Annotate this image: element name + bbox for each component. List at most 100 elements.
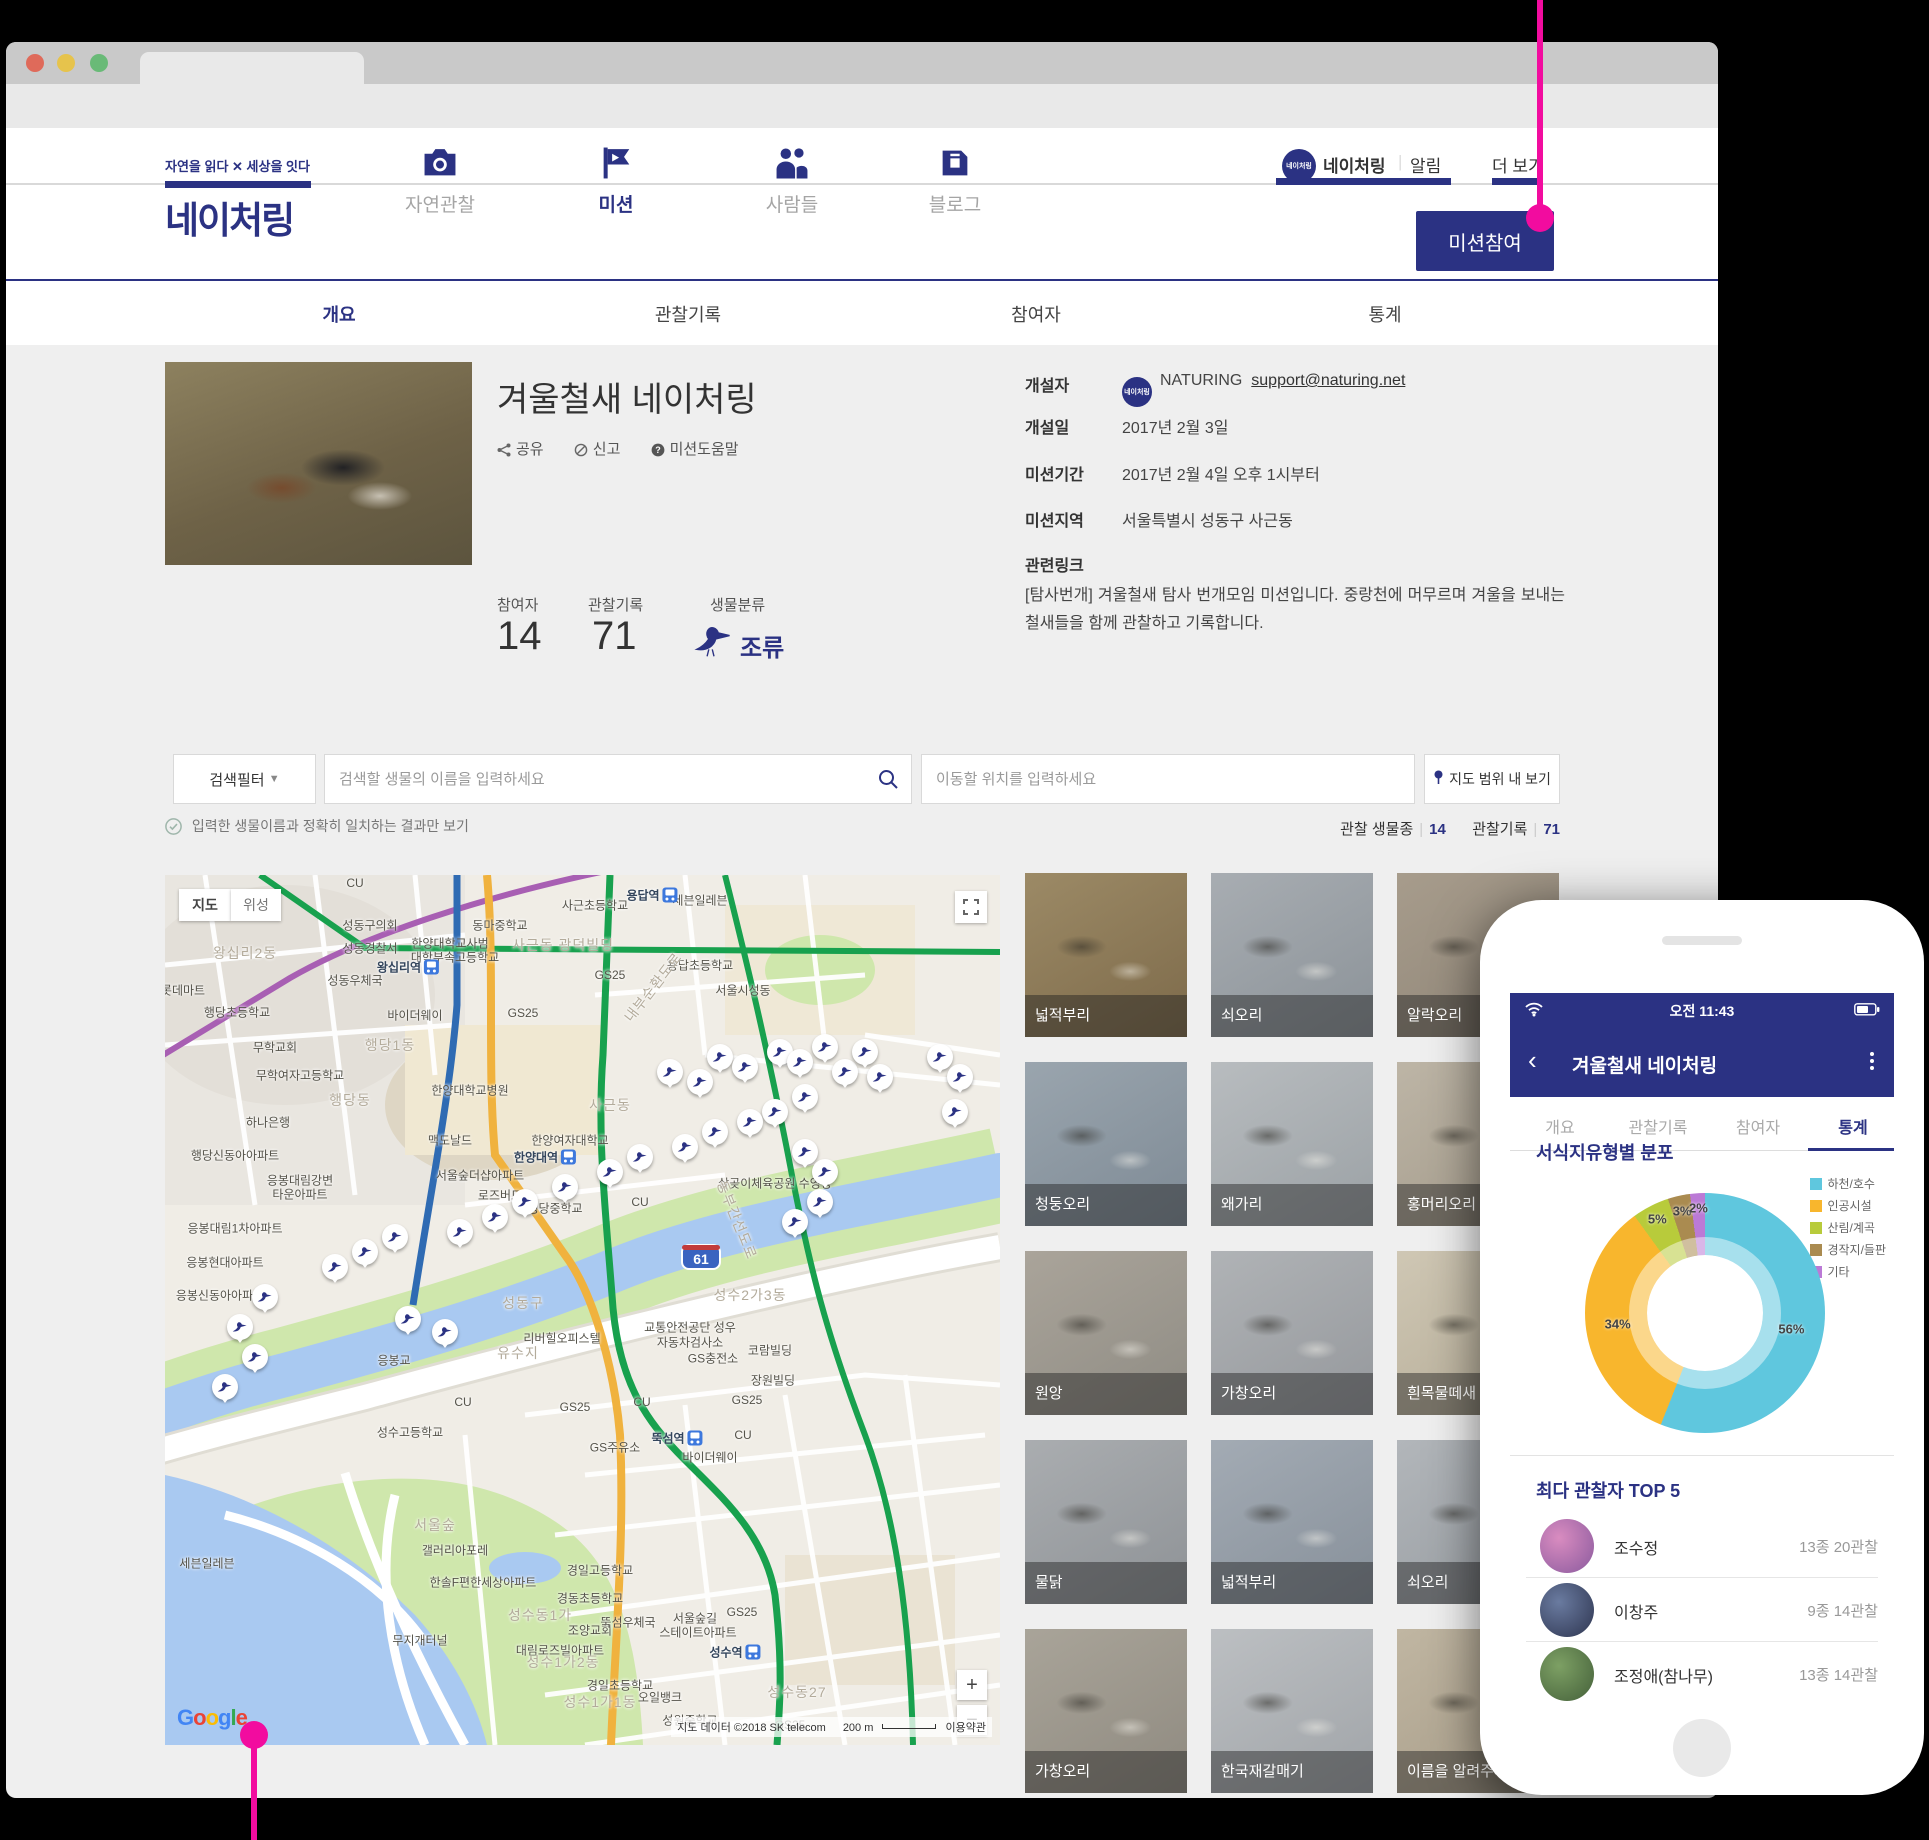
- observation-pin-21[interactable]: [447, 1219, 473, 1245]
- report-button[interactable]: 신고: [574, 441, 621, 458]
- map-type-button[interactable]: 지도: [179, 889, 231, 921]
- phone-tab-1[interactable]: 개요: [1515, 1114, 1605, 1138]
- map-range-button[interactable]: 지도 범위 내 보기: [1424, 754, 1560, 804]
- more-link[interactable]: 더 보기: [1492, 152, 1544, 177]
- phone-tab-4[interactable]: 통계: [1808, 1114, 1894, 1138]
- observation-pin-4[interactable]: [732, 1054, 758, 1080]
- browser-titlebar: [6, 42, 1718, 84]
- map-terms-link[interactable]: 이용약관: [946, 1722, 986, 1734]
- photo-tile[interactable]: 가창오리: [1025, 1629, 1187, 1793]
- photo-tile[interactable]: 청둥오리: [1025, 1062, 1187, 1226]
- subtab-4[interactable]: 통계: [1285, 301, 1485, 327]
- observation-pin-30[interactable]: [322, 1254, 348, 1280]
- subtab-1[interactable]: 개요: [239, 301, 439, 327]
- fullscreen-button[interactable]: [955, 891, 987, 923]
- observation-pin-12[interactable]: [762, 1099, 788, 1125]
- photo-tile[interactable]: 쇠오리: [1211, 873, 1373, 1037]
- observation-pin-1[interactable]: [657, 1059, 683, 1085]
- photo-tile[interactable]: 가창오리: [1211, 1251, 1373, 1415]
- minimize-window-button[interactable]: [57, 54, 75, 72]
- mission-help-button[interactable]: ?미션도움말: [651, 441, 739, 458]
- observation-pin-3[interactable]: [707, 1044, 733, 1070]
- observation-pin-33[interactable]: [927, 1044, 953, 1070]
- main-nav-label: 미션: [551, 190, 681, 217]
- observation-pin-15[interactable]: [672, 1134, 698, 1160]
- overflow-menu-icon[interactable]: [1870, 1049, 1874, 1073]
- legend-swatch: [1810, 1244, 1822, 1256]
- observation-pin-28[interactable]: [242, 1344, 268, 1370]
- observation-pin-16[interactable]: [627, 1144, 653, 1170]
- observation-pin-23[interactable]: [812, 1159, 838, 1185]
- top-observer-row-3[interactable]: 조정애(참나무)13종 14관찰: [1526, 1643, 1878, 1705]
- observation-pin-35[interactable]: [942, 1099, 968, 1125]
- observation-pin-27[interactable]: [227, 1314, 253, 1340]
- search-icon[interactable]: [877, 768, 899, 794]
- observation-pin-20[interactable]: [482, 1204, 508, 1230]
- observation-pin-17[interactable]: [597, 1159, 623, 1185]
- observation-pin-25[interactable]: [782, 1209, 808, 1235]
- observation-pin-19[interactable]: [512, 1189, 538, 1215]
- top-observer-row-1[interactable]: 조수정13종 20관찰: [1526, 1515, 1878, 1577]
- profile-name[interactable]: 네이처링: [1323, 152, 1386, 177]
- photo-tile[interactable]: 원앙: [1025, 1251, 1187, 1415]
- species-search-input[interactable]: [325, 755, 911, 803]
- observer-avatar: [1540, 1583, 1594, 1637]
- zoom-window-button[interactable]: [90, 54, 108, 72]
- top-observer-row-2[interactable]: 이창주9종 14관찰: [1526, 1579, 1878, 1641]
- observation-pin-14[interactable]: [702, 1119, 728, 1145]
- observation-pin-37[interactable]: [432, 1319, 458, 1345]
- subtab-2[interactable]: 관찰기록: [588, 301, 788, 327]
- observation-pin-6[interactable]: [787, 1049, 813, 1075]
- close-window-button[interactable]: [26, 54, 44, 72]
- phone-home-button[interactable]: [1673, 1719, 1731, 1777]
- main-nav-item-1[interactable]: 자연관찰: [375, 146, 505, 217]
- observation-pin-7[interactable]: [812, 1034, 838, 1060]
- main-nav-item-3[interactable]: 사람들: [727, 146, 857, 217]
- satellite-type-button[interactable]: 위성: [231, 889, 281, 921]
- observation-pin-11[interactable]: [792, 1084, 818, 1110]
- phone-tab-2[interactable]: 관찰기록: [1613, 1114, 1703, 1138]
- exact-match-toggle[interactable]: 입력한 생물이름과 정확히 일치하는 결과만 보기: [165, 816, 469, 836]
- share-button[interactable]: 공유: [497, 441, 544, 458]
- observation-pin-22[interactable]: [792, 1139, 818, 1165]
- records-value: 71: [592, 614, 637, 659]
- observation-pin-24[interactable]: [807, 1189, 833, 1215]
- observation-pin-18[interactable]: [552, 1174, 578, 1200]
- creator-email-link[interactable]: support@naturing.net: [1251, 372, 1405, 389]
- main-nav-item-2[interactable]: 미션: [551, 146, 681, 217]
- map-label-한양대역: 한양대역: [514, 1149, 576, 1166]
- observation-map[interactable]: 61 CU세븐일레븐성동구의회동마중학교사근초등학교용답역한양대학교사범대학부속…: [165, 875, 1000, 1745]
- phone-tab-3[interactable]: 참여자: [1713, 1114, 1803, 1138]
- subtab-3[interactable]: 참여자: [936, 301, 1136, 327]
- observation-pin-9[interactable]: [852, 1039, 878, 1065]
- photo-tile[interactable]: 물닭: [1025, 1440, 1187, 1604]
- mission-cover-photo[interactable]: [165, 362, 472, 565]
- observation-pin-32[interactable]: [382, 1224, 408, 1250]
- observation-pin-8[interactable]: [832, 1059, 858, 1085]
- observation-pin-31[interactable]: [352, 1239, 378, 1265]
- photo-tile[interactable]: 넓적부리: [1025, 873, 1187, 1037]
- observation-pin-29[interactable]: [212, 1374, 238, 1400]
- site-logo[interactable]: 네이처링: [165, 190, 293, 244]
- observation-pin-26[interactable]: [252, 1284, 278, 1310]
- main-nav-item-4[interactable]: 블로그: [890, 146, 1020, 217]
- browser-tab[interactable]: [140, 52, 364, 84]
- observation-pin-2[interactable]: [687, 1069, 713, 1095]
- search-filter-dropdown[interactable]: 검색필터 ▼: [173, 754, 316, 804]
- zoom-in-button[interactable]: +: [957, 1670, 987, 1700]
- avatar[interactable]: 네이처링: [1282, 149, 1316, 183]
- mission-actions: 공유 신고 ?미션도움말: [497, 438, 765, 461]
- map-label-행당1동: 행당1동: [365, 1035, 415, 1055]
- back-icon[interactable]: ‹: [1528, 1045, 1537, 1076]
- observation-pin-10[interactable]: [867, 1064, 893, 1090]
- creator-avatar[interactable]: 네이처링: [1122, 377, 1152, 407]
- alerts-link[interactable]: 알림: [1410, 152, 1441, 177]
- observation-pin-13[interactable]: [737, 1109, 763, 1135]
- photo-tile[interactable]: 한국재갈매기: [1211, 1629, 1373, 1793]
- location-search-input[interactable]: [922, 755, 1414, 803]
- photo-tile[interactable]: 왜가리: [1211, 1062, 1373, 1226]
- map-label-한솔F편한세상아파트: 한솔F편한세상아파트: [430, 1574, 537, 1591]
- observation-pin-36[interactable]: [395, 1306, 421, 1332]
- observation-pin-34[interactable]: [947, 1064, 973, 1090]
- photo-tile[interactable]: 넓적부리: [1211, 1440, 1373, 1604]
